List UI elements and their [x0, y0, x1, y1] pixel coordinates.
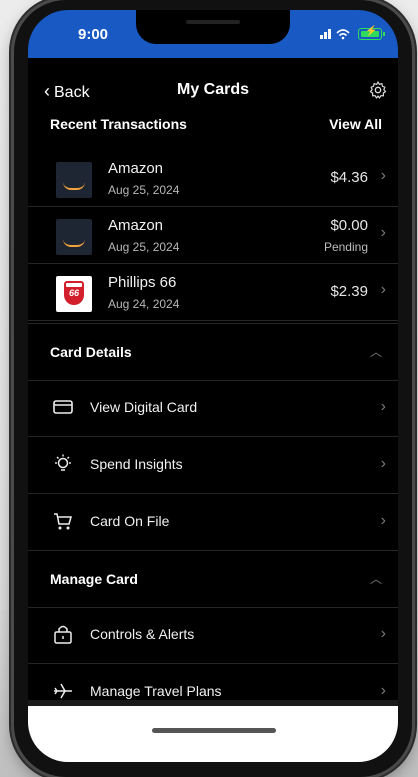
manage-travel-plans-label: Manage Travel Plans — [90, 683, 222, 699]
status-bar: 9:00 ⚡ — [28, 10, 398, 58]
status-time: 9:00 — [78, 26, 109, 43]
card-on-file-label: Card On File — [90, 513, 170, 529]
card-on-file-row[interactable]: Card On File › — [28, 494, 398, 551]
manage-card-header[interactable]: Manage Card ︿ — [28, 550, 398, 608]
chevron-right-icon: › — [380, 224, 386, 241]
battery-icon: ⚡ — [358, 26, 385, 40]
phillips66-shield: 66 — [64, 281, 84, 305]
transaction-amount: $2.39 — [330, 283, 368, 300]
shield-text: 66 — [68, 288, 79, 298]
view-digital-card-row[interactable]: View Digital Card › — [28, 380, 398, 437]
chevron-right-icon: › — [380, 167, 386, 184]
transaction-merchant: Amazon — [108, 160, 164, 177]
shield-band — [66, 283, 82, 287]
transaction-status: Pending — [323, 240, 368, 254]
speaker-grille — [186, 20, 240, 24]
amazon-smile — [63, 239, 85, 247]
transaction-amount: $4.36 — [330, 169, 368, 186]
transaction-merchant: Phillips 66 — [108, 274, 177, 291]
spend-insights-label: Spend Insights — [90, 456, 183, 472]
spend-insights-row[interactable]: Spend Insights › — [28, 437, 398, 494]
manage-travel-plans-row[interactable]: Manage Travel Plans › — [28, 664, 398, 704]
chevron-up-icon: ︿ — [369, 345, 382, 359]
gear-icon[interactable] — [368, 80, 388, 100]
amazon-logo — [56, 219, 92, 255]
signal-wifi-icon — [320, 29, 350, 40]
chevron-right-icon: › — [380, 281, 386, 298]
notch — [136, 10, 290, 44]
amazon-smile — [63, 182, 85, 190]
transaction-amount: $0.00 — [330, 217, 368, 234]
phillips66-logo: 66 — [56, 276, 92, 312]
card-icon — [53, 400, 73, 414]
phone-frame: 9:00 ⚡ ‹ Back My Cards Recent Transactio… — [14, 0, 412, 777]
chevron-right-icon: › — [380, 455, 386, 472]
view-all-link[interactable]: View All — [329, 116, 382, 132]
transaction-date: Aug 25, 2024 — [108, 183, 180, 197]
home-indicator[interactable] — [152, 728, 276, 733]
chevron-right-icon: › — [380, 682, 386, 699]
transaction-row[interactable]: Amazon Aug 25, 2024 $0.00 Pending › — [28, 207, 398, 264]
recent-transactions-header: Recent Transactions View All — [28, 110, 398, 144]
charging-bolt-icon: ⚡ — [365, 26, 378, 37]
phone-screen: 9:00 ⚡ ‹ Back My Cards Recent Transactio… — [28, 10, 398, 762]
bottom-bar — [28, 706, 398, 762]
amazon-logo — [56, 162, 92, 198]
chevron-right-icon: › — [380, 625, 386, 642]
battery-cap — [383, 32, 385, 36]
page-title: My Cards — [176, 81, 250, 98]
controls-alerts-row[interactable]: Controls & Alerts › — [28, 607, 398, 664]
transaction-row[interactable]: Amazon Aug 25, 2024 $4.36 › — [28, 150, 398, 207]
lock-icon — [54, 625, 72, 644]
airplane-icon — [54, 683, 72, 699]
chevron-right-icon: › — [380, 512, 386, 529]
transaction-merchant: Amazon — [108, 217, 164, 234]
recent-transactions-title: Recent Transactions — [50, 116, 187, 132]
card-details-title: Card Details — [50, 344, 132, 360]
transaction-date: Aug 25, 2024 — [108, 240, 180, 254]
navigation-bar: ‹ Back My Cards — [28, 70, 398, 110]
controls-alerts-label: Controls & Alerts — [90, 626, 195, 642]
cart-icon — [54, 513, 72, 530]
transaction-date: Aug 24, 2024 — [108, 297, 180, 311]
manage-card-title: Manage Card — [50, 571, 138, 587]
chevron-up-icon: ︿ — [369, 572, 382, 586]
chevron-right-icon: › — [380, 398, 386, 415]
view-digital-card-label: View Digital Card — [90, 399, 198, 415]
lightbulb-icon — [55, 454, 71, 471]
card-details-header[interactable]: Card Details ︿ — [28, 323, 398, 381]
transaction-row[interactable]: 66 Phillips 66 Aug 24, 2024 $2.39 › — [28, 264, 398, 321]
